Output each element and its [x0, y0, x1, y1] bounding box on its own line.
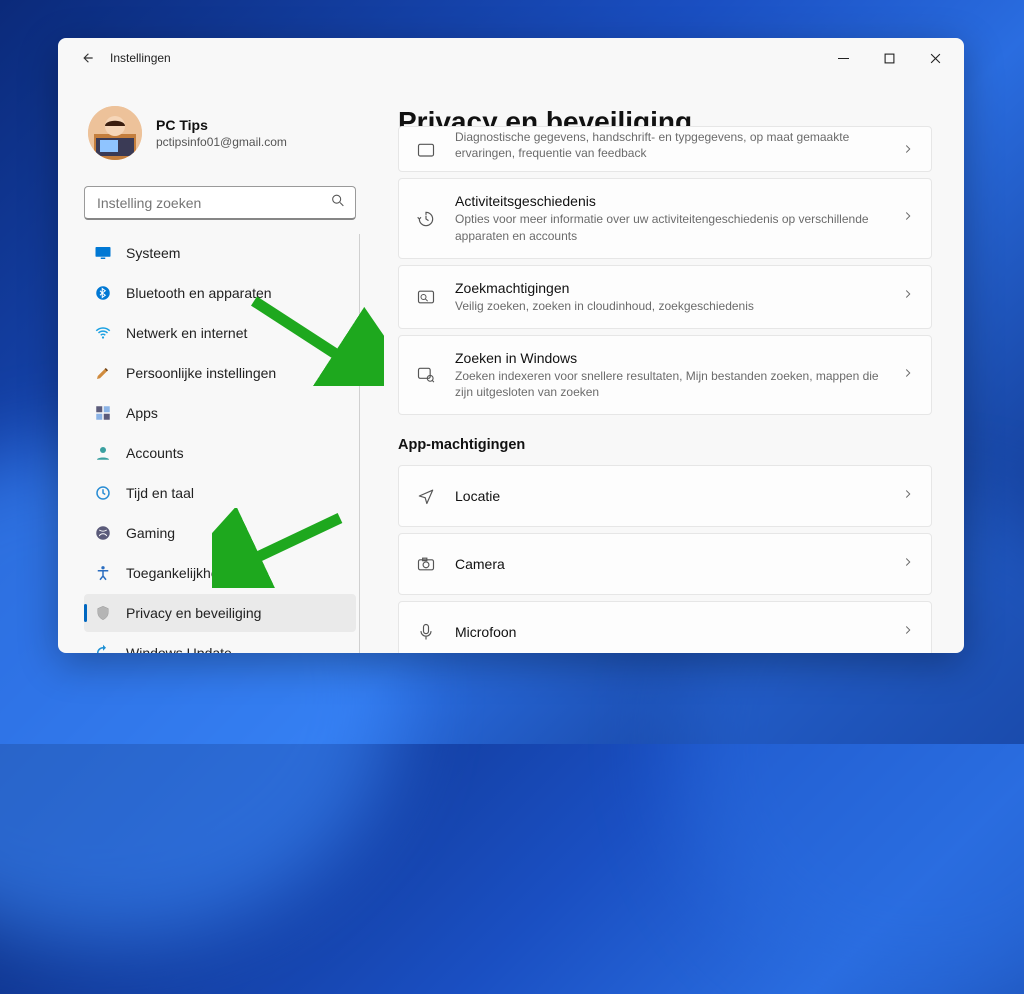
sidebar-item-accounts[interactable]: Accounts: [84, 434, 356, 472]
avatar: [88, 106, 142, 160]
accessibility-icon: [94, 564, 112, 582]
close-icon: [930, 53, 941, 64]
card-subtitle: Diagnostische gegevens, handschrift- en …: [455, 129, 883, 161]
profile-block[interactable]: PC Tips pctipsinfo01@gmail.com: [84, 78, 356, 180]
sidebar-item-label: Persoonlijke instellingen: [126, 365, 276, 381]
chevron-right-icon: [901, 366, 915, 385]
card-searching-windows[interactable]: Zoeken in Windows Zoeken indexeren voor …: [398, 335, 932, 415]
minimize-button[interactable]: [820, 42, 866, 74]
sidebar-item-gaming[interactable]: Gaming: [84, 514, 356, 552]
card-subtitle: Opties voor meer informatie over uw acti…: [455, 211, 883, 243]
window-controls: [820, 42, 958, 74]
sidebar-item-bluetooth[interactable]: Bluetooth en apparaten: [84, 274, 356, 312]
card-subtitle: Veilig zoeken, zoeken in cloudinhoud, zo…: [455, 298, 883, 314]
search-box[interactable]: [84, 186, 356, 220]
profile-email: pctipsinfo01@gmail.com: [156, 135, 287, 149]
maximize-icon: [884, 53, 895, 64]
sidebar-item-personalization[interactable]: Persoonlijke instellingen: [84, 354, 356, 392]
titlebar: Instellingen: [58, 38, 964, 78]
card-title: Activiteitsgeschiedenis: [455, 193, 883, 209]
sidebar-item-label: Apps: [126, 405, 158, 421]
shield-icon: [94, 604, 112, 622]
sidebar-item-label: Accounts: [126, 445, 184, 461]
nav-list: Systeem Bluetooth en apparaten Netwerk e…: [84, 234, 356, 653]
apps-icon: [94, 404, 112, 422]
section-heading: App-machtigingen: [386, 415, 932, 465]
arrow-left-icon: [81, 51, 95, 65]
chevron-right-icon: [901, 487, 915, 506]
chevron-right-icon: [901, 623, 915, 642]
maximize-button[interactable]: [866, 42, 912, 74]
back-button[interactable]: [74, 44, 102, 72]
location-icon: [415, 486, 437, 506]
paintbrush-icon: [94, 364, 112, 382]
card-diagnostics[interactable]: Diagnostische gegevens, handschrift- en …: [398, 126, 932, 172]
sidebar-item-label: Netwerk en internet: [126, 325, 247, 341]
search-windows-icon: [415, 365, 437, 385]
window-title: Instellingen: [110, 51, 171, 65]
display-icon: [94, 244, 112, 262]
sidebar: PC Tips pctipsinfo01@gmail.com Systeem B…: [58, 78, 368, 653]
search-cloud-icon: [415, 287, 437, 307]
chevron-right-icon: [901, 142, 915, 161]
bluetooth-icon: [94, 284, 112, 302]
sidebar-item-label: Toegankelijkheid: [126, 565, 230, 581]
xbox-icon: [94, 524, 112, 542]
content-pane: Privacy en beveiliging Diagnostische geg…: [368, 78, 964, 653]
card-subtitle: Zoeken indexeren voor snellere resultate…: [455, 368, 883, 400]
sidebar-item-label: Gaming: [126, 525, 175, 541]
search-icon: [330, 193, 346, 214]
camera-icon: [415, 554, 437, 574]
sidebar-item-label: Windows Update: [126, 645, 232, 653]
card-title: Camera: [455, 556, 883, 572]
card-microphone[interactable]: Microfoon: [398, 601, 932, 653]
settings-window: Instellingen PC Tips pctipsinfo01@gmail.…: [58, 38, 964, 653]
card-title: Microfoon: [455, 624, 883, 640]
sidebar-item-network[interactable]: Netwerk en internet: [84, 314, 356, 352]
clock-globe-icon: [94, 484, 112, 502]
sidebar-item-privacy[interactable]: Privacy en beveiliging: [84, 594, 356, 632]
feedback-icon: [415, 141, 437, 161]
chevron-right-icon: [901, 555, 915, 574]
sidebar-item-apps[interactable]: Apps: [84, 394, 356, 432]
sidebar-item-time[interactable]: Tijd en taal: [84, 474, 356, 512]
sidebar-item-update[interactable]: Windows Update: [84, 634, 356, 653]
update-icon: [94, 644, 112, 653]
sidebar-item-accessibility[interactable]: Toegankelijkheid: [84, 554, 356, 592]
card-location[interactable]: Locatie: [398, 465, 932, 527]
minimize-icon: [838, 53, 849, 64]
card-search-permissions[interactable]: Zoekmachtigingen Veilig zoeken, zoeken i…: [398, 265, 932, 329]
card-activity-history[interactable]: Activiteitsgeschiedenis Opties voor meer…: [398, 178, 932, 258]
card-camera[interactable]: Camera: [398, 533, 932, 595]
history-icon: [415, 209, 437, 229]
card-title: Zoekmachtigingen: [455, 280, 883, 296]
profile-name: PC Tips: [156, 117, 287, 133]
sidebar-item-system[interactable]: Systeem: [84, 234, 356, 272]
person-icon: [94, 444, 112, 462]
sidebar-item-label: Privacy en beveiliging: [126, 605, 261, 621]
sidebar-item-label: Bluetooth en apparaten: [126, 285, 272, 301]
microphone-icon: [415, 622, 437, 642]
sidebar-item-label: Tijd en taal: [126, 485, 194, 501]
card-title: Locatie: [455, 488, 883, 504]
card-title: Zoeken in Windows: [455, 350, 883, 366]
chevron-right-icon: [901, 209, 915, 228]
close-button[interactable]: [912, 42, 958, 74]
sidebar-item-label: Systeem: [126, 245, 180, 261]
search-input[interactable]: [84, 186, 356, 220]
chevron-right-icon: [901, 287, 915, 306]
wifi-icon: [94, 324, 112, 342]
